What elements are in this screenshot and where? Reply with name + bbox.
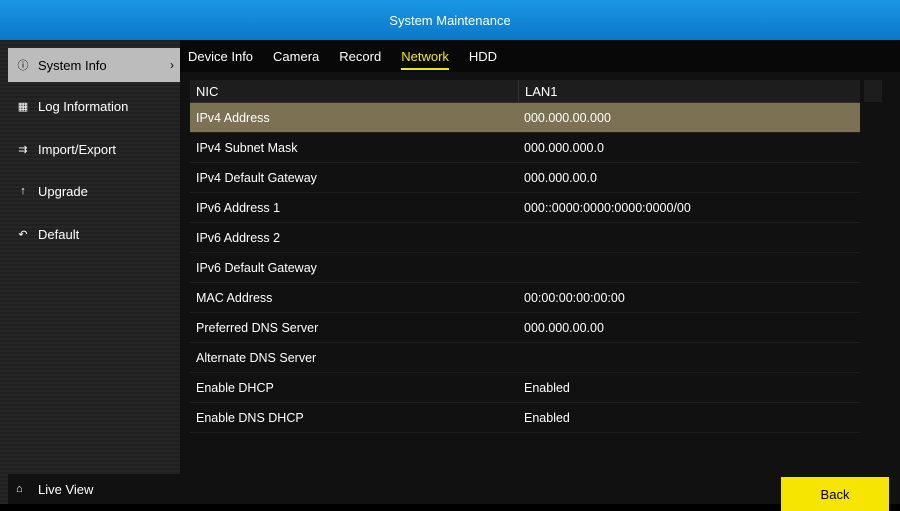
sidebar-item-default[interactable]: ↶ Default (8, 217, 180, 251)
back-button[interactable]: Back (781, 477, 889, 511)
sidebar-item-label: Upgrade (38, 183, 88, 199)
table-row[interactable]: IPv6 Address 2 (190, 223, 860, 253)
table-row[interactable]: MAC Address 00:00:00:00:00:00 (190, 283, 860, 313)
chevron-right-icon: › (170, 58, 174, 72)
table-row[interactable]: Preferred DNS Server 000.000.00.00 (190, 313, 860, 343)
row-label: Enable DHCP (196, 380, 274, 395)
row-label: Enable DNS DHCP (196, 410, 304, 425)
home-icon: ⌂ (16, 483, 23, 495)
default-icon: ↶ (18, 228, 28, 241)
table-row[interactable]: Enable DNS DHCP Enabled (190, 403, 860, 433)
row-value: 000::0000:0000:0000:0000/00 (524, 200, 691, 215)
sidebar-item-label: Default (38, 226, 80, 242)
window-title: System Maintenance (389, 12, 511, 28)
live-view-label: Live View (38, 481, 94, 497)
row-label: MAC Address (196, 290, 273, 305)
row-value: 000.000.00.000 (524, 110, 611, 125)
network-info-table: NIC LAN1 IPv4 Address 000.000.00.000 IPv… (190, 80, 860, 433)
table-row[interactable]: IPv4 Default Gateway 000.000.00.0 (190, 163, 860, 193)
row-label: Preferred DNS Server (196, 320, 319, 335)
sidebar-item-log-information[interactable]: ▦ Log Information (8, 89, 180, 123)
row-value: Enabled (524, 410, 570, 425)
sidebar-item-label: Import/Export (38, 141, 117, 157)
table-row[interactable]: IPv4 Subnet Mask 000.000.000.0 (190, 133, 860, 163)
row-label: IPv6 Default Gateway (196, 260, 317, 275)
log-icon: ▦ (17, 100, 29, 113)
row-label: IPv6 Address 2 (196, 230, 281, 245)
row-value: 00:00:00:00:00:00 (524, 290, 625, 305)
sidebar-item-label: System Info (38, 57, 107, 73)
tab-network[interactable]: Network (401, 45, 449, 70)
row-label: IPv6 Address 1 (196, 200, 281, 215)
tab-device-info[interactable]: Device Info (188, 45, 253, 68)
upgrade-icon: ↑ (20, 185, 26, 197)
tab-record[interactable]: Record (339, 45, 381, 68)
table-header: NIC LAN1 (190, 80, 860, 103)
tab-hdd[interactable]: HDD (469, 45, 497, 68)
live-view-button[interactable]: ⌂ Live View (8, 474, 180, 504)
table-row[interactable]: Alternate DNS Server (190, 343, 860, 373)
column-header-lan1: LAN1 (525, 83, 558, 99)
row-value: 000.000.00.00 (524, 320, 604, 335)
sidebar-item-import-export[interactable]: ⇉ Import/Export (8, 132, 180, 166)
table-row[interactable]: Enable DHCP Enabled (190, 373, 860, 403)
sidebar-item-upgrade[interactable]: ↑ Upgrade (8, 174, 180, 208)
title-bar: System Maintenance (0, 0, 900, 40)
row-value: 000.000.00.0 (524, 170, 597, 185)
row-value: Enabled (524, 380, 570, 395)
row-label: IPv4 Address (196, 110, 270, 125)
row-label: Alternate DNS Server (196, 350, 317, 365)
sidebar-item-label: Log Information (38, 98, 129, 114)
table-scrollbar[interactable] (864, 80, 882, 102)
table-row[interactable]: IPv6 Default Gateway (190, 253, 860, 283)
tab-camera[interactable]: Camera (273, 45, 319, 68)
main-panel: Device Info Camera Record Network HDD NI… (180, 40, 900, 511)
row-label: IPv4 Subnet Mask (196, 140, 298, 155)
tab-bar: Device Info Camera Record Network HDD (180, 40, 900, 72)
info-icon: ⓘ (17, 60, 29, 72)
table-row[interactable]: IPv4 Address 000.000.00.000 (190, 103, 860, 133)
row-label: IPv4 Default Gateway (196, 170, 317, 185)
table-row[interactable]: IPv6 Address 1 000::0000:0000:0000:0000/… (190, 193, 860, 223)
row-value: 000.000.000.0 (524, 140, 604, 155)
sidebar: ⓘ System Info › ▦ Log Information ⇉ Impo… (0, 40, 180, 504)
column-header-nic: NIC (190, 80, 519, 102)
import-export-icon: ⇉ (18, 143, 28, 156)
sidebar-item-system-info[interactable]: ⓘ System Info › (8, 48, 180, 82)
